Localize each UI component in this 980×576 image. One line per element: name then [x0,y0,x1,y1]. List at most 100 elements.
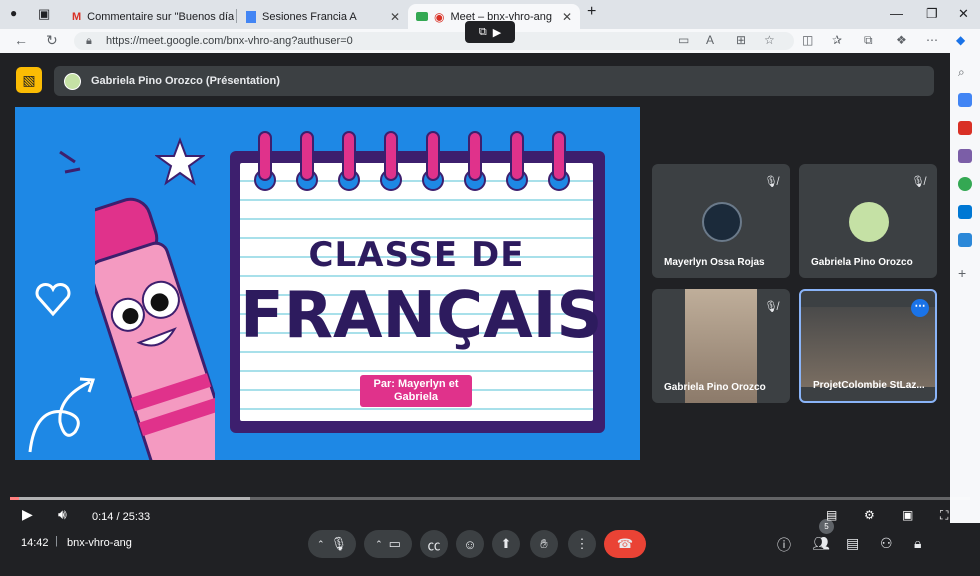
heart-icon [35,283,71,317]
video-player-controls: ▶ 🔊︎ 0:14 / 25:33 ▤ ⚙ ▣ ⛶ [0,490,980,523]
address-toolbar: ← ↻ 🔒︎ https://meet.google.com/bnx-vhro-… [0,21,980,53]
mic-button[interactable]: ⌃ 🎙︎ [308,530,356,558]
present-icon[interactable]: ▶ [493,26,501,39]
fullscreen-icon[interactable]: ⛶ [940,508,948,523]
recording-icon: ◉ [434,9,445,24]
camera-button[interactable]: ⌃ ▭ [364,530,412,558]
end-call-icon: ☎︎ [616,536,634,551]
subtitles-icon[interactable]: ▤ [826,508,837,522]
gmail-icon: M [72,10,82,23]
add-icon[interactable]: + [958,265,966,281]
participant-tile[interactable]: 🎙︎̸ Gabriela Pino Orozco [799,164,937,278]
new-tab-button[interactable]: + [587,3,596,21]
tab-sesiones[interactable]: Sesiones Francia A ✕ [238,4,408,29]
stop-presenting-icon[interactable]: ▧ [16,67,42,93]
camera-icon[interactable]: ▭ [678,33,689,47]
avatar [849,202,889,242]
captions-icon: ㏄ [427,537,441,553]
favorites-icon[interactable]: ✰ [832,33,842,47]
copilot-icon[interactable]: ◆ [956,33,965,47]
close-window-button[interactable]: ✕ [958,6,969,22]
present-button[interactable]: ⬆ [492,530,520,558]
participant-video [801,307,935,387]
meet-window: ▧ Gabriela Pino Orozco (Présentation) CL… [0,53,950,558]
participant-name: Gabriela Pino Orozco [664,382,766,393]
close-icon[interactable]: ✕ [390,10,400,24]
briefcase-icon[interactable] [958,121,972,135]
clock: 14:42 [21,537,49,549]
close-icon[interactable]: ✕ [562,10,572,24]
meet-icon [416,12,428,21]
app-icon[interactable]: ⊞ [736,33,746,47]
meet-controls-bar: 14:42 | bnx-vhro-ang ⌃ 🎙︎ ⌃ ▭ ㏄ ☺ ⬆ ✋︎ ⋮… [0,519,950,576]
tab-gmail[interactable]: M Commentaire sur "Buenos días p ✕ [64,4,234,29]
avatar [64,72,81,90]
read-aloud-icon[interactable]: A [706,33,714,47]
emoji-icon: ☺ [463,536,477,552]
chevron-up-icon[interactable]: ⌃ [317,539,325,550]
lock-icon: 🔒︎ [86,35,92,47]
captions-button[interactable]: ㏄ [420,530,448,558]
edge-sidebar: ⌕ + [950,53,980,523]
collections-icon[interactable]: ⧉ [864,33,873,48]
star-icon [155,137,205,186]
minimize-button[interactable]: — [890,6,903,21]
participant-tile[interactable]: 🎙︎̸ Gabriela Pino Orozco [652,289,790,403]
outlook-icon[interactable] [958,205,972,219]
send-icon[interactable] [958,233,972,247]
mic-off-icon: 🎙︎̸ [911,176,925,188]
more-icon[interactable]: ⋯ [926,33,938,47]
tag-icon[interactable] [958,93,972,107]
back-icon[interactable]: ← [14,32,28,48]
slide-title-line2: FRANÇAIS [240,279,603,353]
video-progress-bar[interactable] [10,497,970,500]
split-screen-icon[interactable]: ◫ [802,33,813,47]
doc-icon [246,10,256,23]
favorite-icon[interactable]: ☆ [764,33,775,47]
chevron-up-icon[interactable]: ⌃ [375,539,383,550]
marker-illustration [95,197,215,460]
settings-icon[interactable]: ⚙ [864,508,875,522]
people-icon[interactable]: 👥︎ [812,535,830,552]
reload-icon[interactable]: ↻ [46,32,58,49]
people-icon[interactable] [958,149,972,163]
miniplayer-icon[interactable]: ▣ [902,508,913,522]
more-options-icon[interactable]: ⋯ [911,299,929,317]
tab-actions-icon[interactable]: ▣ [38,6,50,22]
video-time: 0:14 / 25:33 [92,511,151,523]
share-overlay-toolbar: ⧉ ▶ [465,21,515,43]
extensions-icon[interactable]: ❖ [896,33,907,47]
emoji-button[interactable]: ☺ [456,530,484,558]
slide-title-line1: CLASSE DE [308,235,525,275]
slide-byline: Par: Mayerlyn et Gabriela [360,375,472,407]
more-options-button[interactable]: ⋮ [568,530,596,558]
presentation-bar: Gabriela Pino Orozco (Présentation) [54,66,934,96]
profile-icon[interactable]: ● [10,6,17,20]
mic-off-icon: 🎙︎̸ [764,301,778,313]
participant-tile[interactable]: 🎙︎̸ Mayerlyn Ossa Rojas [652,164,790,278]
participant-name: Mayerlyn Ossa Rojas [664,257,765,268]
avatar [702,202,742,242]
stop-share-icon[interactable]: ⧉ [479,26,487,39]
restore-button[interactable]: ❐ [926,6,938,22]
mic-off-icon: 🎙︎̸ [764,176,778,188]
participant-tile-selected[interactable]: ⋯ ProjetColombie StLaz... [799,289,937,403]
volume-icon[interactable]: 🔊︎ [58,506,67,523]
hand-icon: ✋︎ [540,536,548,551]
url-text: https://meet.google.com/bnx-vhro-ang?aut… [106,35,353,47]
info-icon[interactable]: ⓘ [777,535,791,555]
search-icon[interactable]: ⌕ [958,65,965,80]
chat-icon[interactable]: ▤ [846,535,859,552]
play-icon[interactable]: ▶ [22,506,33,523]
sparkle-lines-icon [59,150,81,174]
end-call-button[interactable]: ☎︎ [604,530,646,558]
mic-icon: 🎙︎ [330,536,348,551]
participant-name: ProjetColombie StLaz... [813,380,925,391]
activities-icon[interactable]: ⚇ [880,535,893,552]
notebook-frame: CLASSE DE FRANÇAIS Par: Mayerlyn et Gabr… [230,131,605,433]
raise-hand-button[interactable]: ✋︎ [530,530,558,558]
tab-label: Sesiones Francia A [262,10,357,23]
host-controls-icon[interactable]: 🔒︎ [914,535,921,552]
games-icon[interactable] [958,177,972,191]
meeting-code: bnx-vhro-ang [67,537,132,549]
